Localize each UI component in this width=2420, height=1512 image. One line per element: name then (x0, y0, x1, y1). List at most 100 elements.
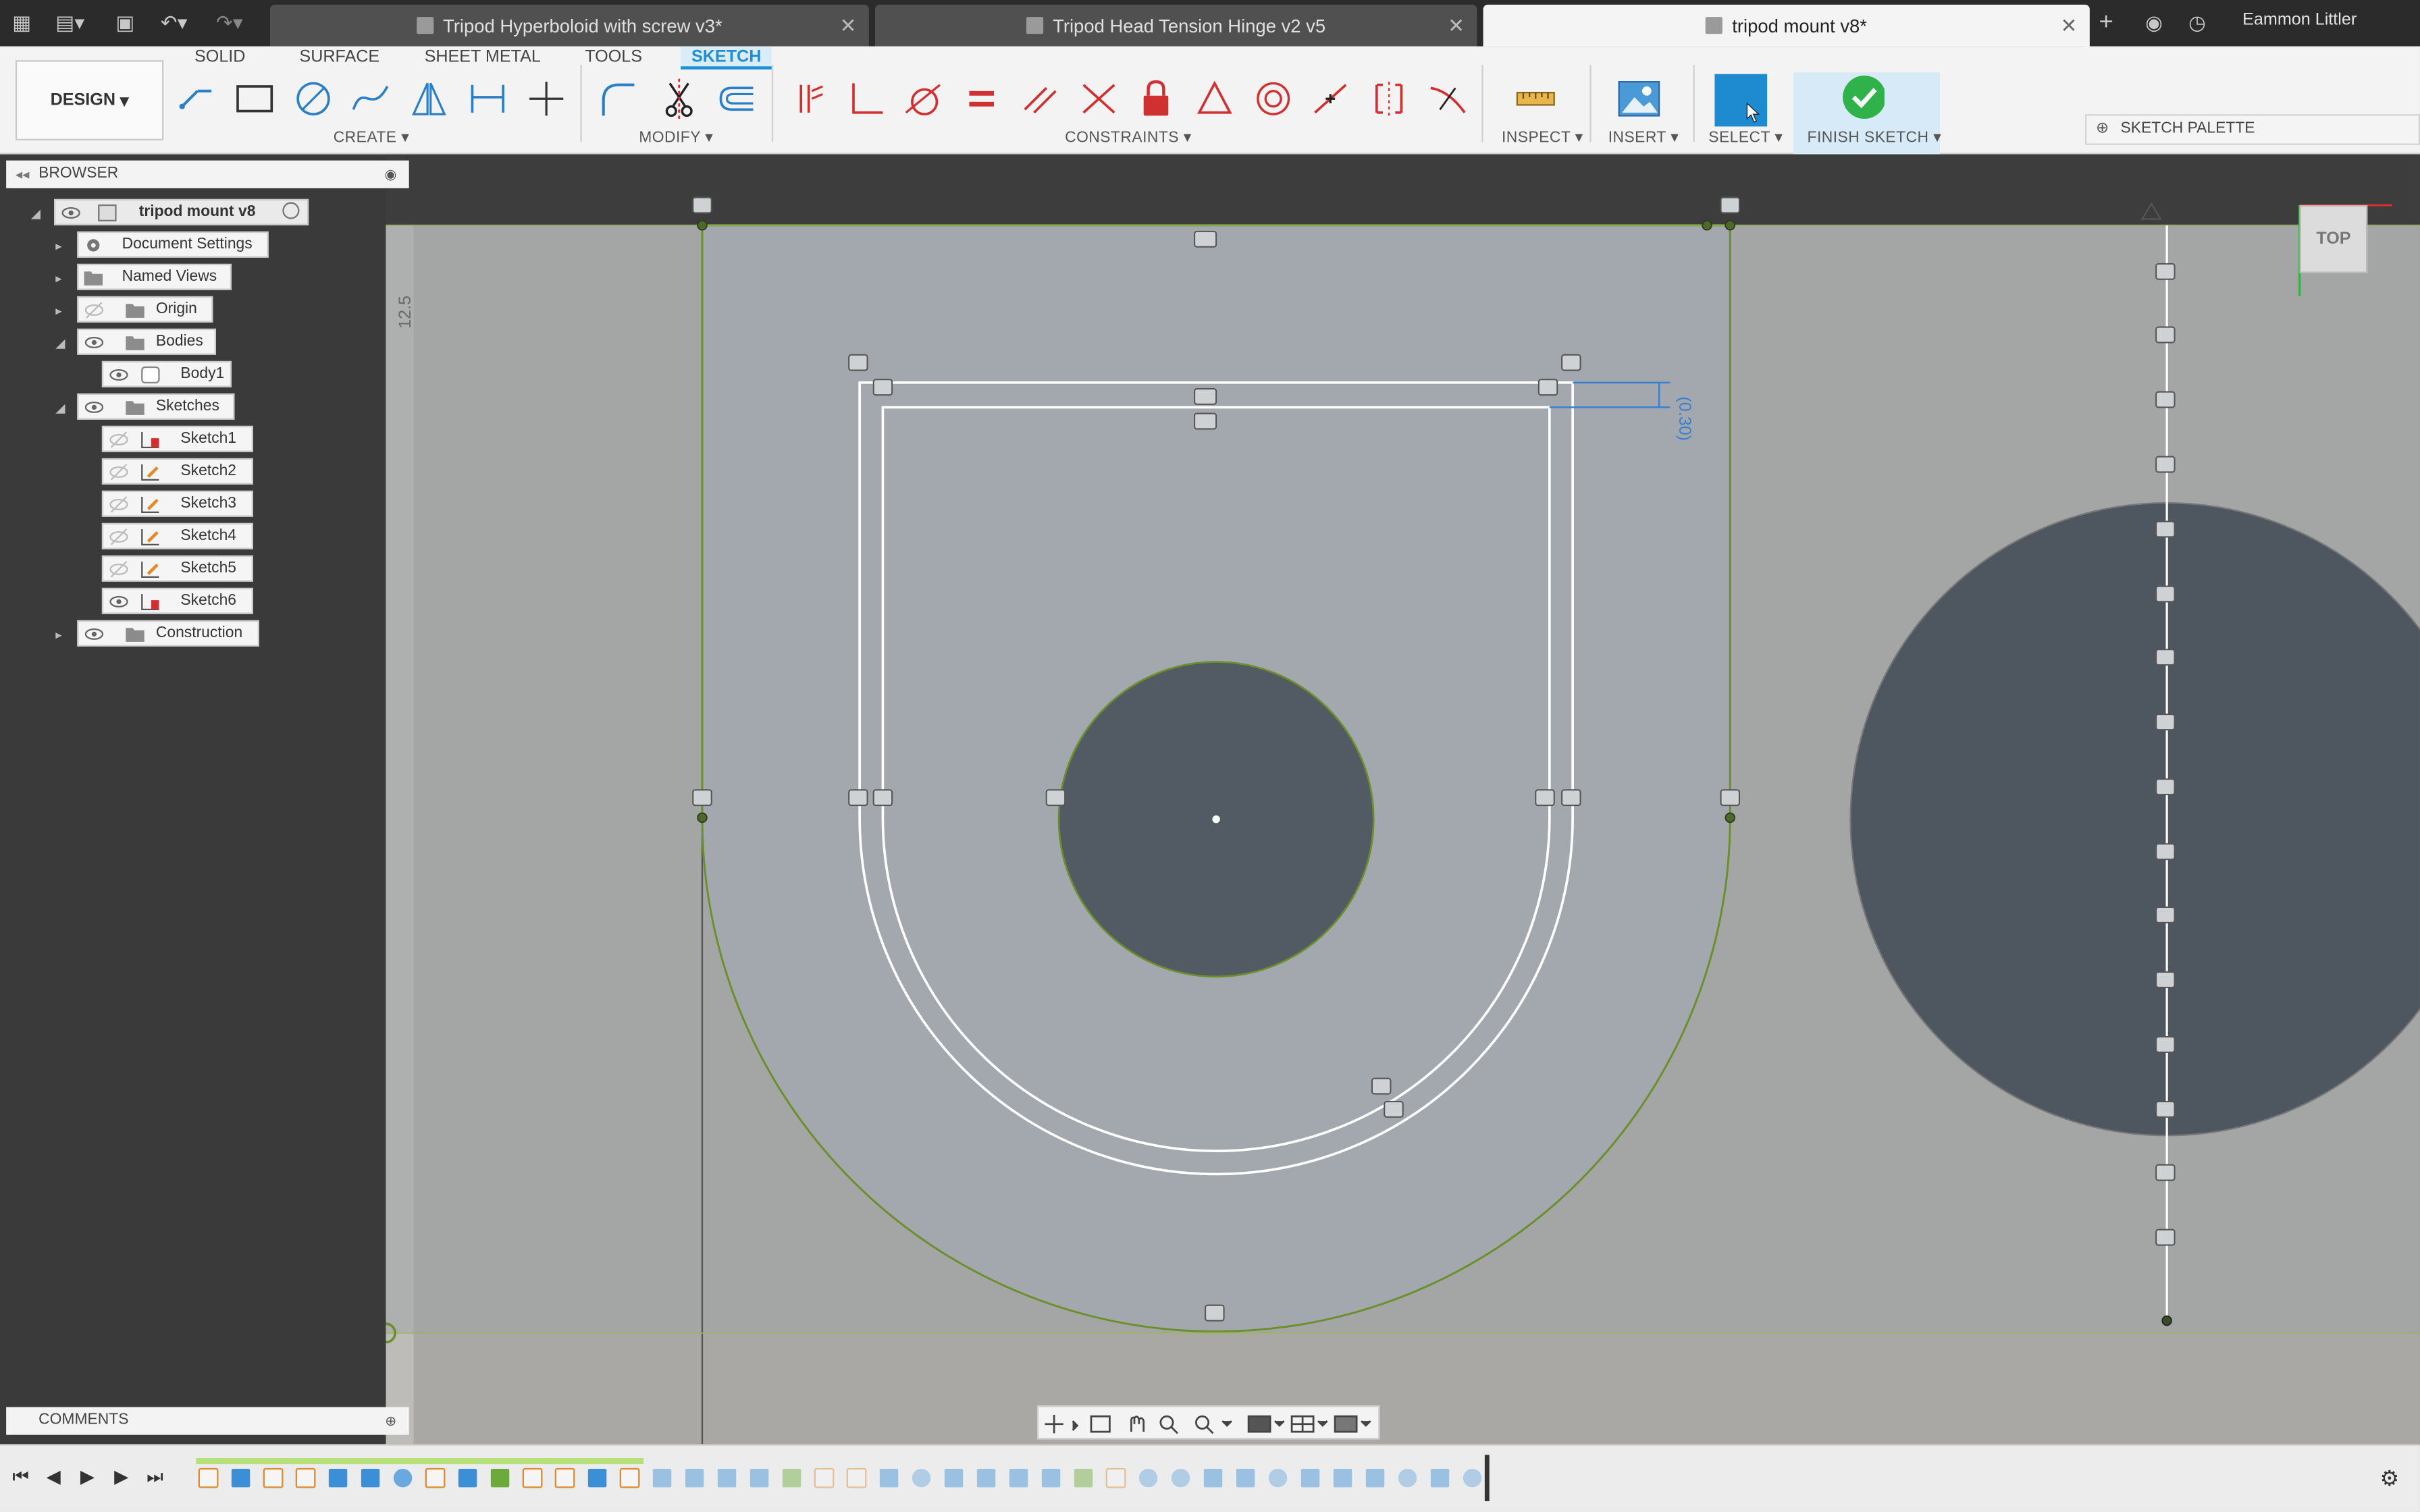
activate-radio-icon[interactable] (282, 202, 300, 219)
workspace-switcher-button[interactable]: DESIGN ▾ (15, 60, 164, 140)
concentric-constraint-icon[interactable] (1252, 77, 1295, 120)
user-name[interactable]: Eammon Littler (2242, 11, 2357, 29)
insert-menu[interactable]: INSERT ▾ (1608, 130, 1679, 146)
visibility-eye-icon[interactable] (84, 625, 104, 643)
inspect-menu[interactable]: INSPECT ▾ (1502, 130, 1583, 146)
tab-tripod-head-tension-hinge[interactable]: Tripod Head Tension Hinge v2 v5 ✕ (874, 4, 1477, 47)
browser-item-sketch1[interactable]: Sketch1 (101, 425, 253, 452)
perpendicular-constraint-icon[interactable] (844, 77, 887, 120)
modify-menu[interactable]: MODIFY ▾ (639, 130, 713, 146)
browser-item-sketches[interactable]: Sketches (77, 393, 235, 420)
select-menu[interactable]: SELECT ▾ (1708, 130, 1783, 146)
tab-tripod-hyperboloid[interactable]: Tripod Hyperboloid with screw v3* ✕ (269, 4, 869, 47)
mirror-tool-icon[interactable] (407, 77, 450, 120)
browser-item-named-views[interactable]: Named Views (77, 263, 232, 290)
visibility-eye-icon[interactable] (109, 431, 128, 449)
visibility-eye-icon[interactable] (84, 333, 104, 352)
visibility-eye-icon[interactable] (84, 301, 104, 319)
circle-tool-icon[interactable] (292, 77, 335, 120)
select-tool-icon[interactable] (1714, 74, 1768, 127)
tab-sheet-metal[interactable]: SHEET METAL (425, 47, 541, 70)
tab-tools[interactable]: TOOLS (585, 47, 642, 70)
add-comment-icon[interactable]: ⊕ (385, 1407, 396, 1435)
point-tool-icon[interactable] (525, 77, 568, 120)
browser-item-origin[interactable]: Origin (77, 296, 213, 323)
go-to-end-icon[interactable]: ⏭ (147, 1465, 163, 1488)
file-menu-icon[interactable]: ▤▾ (55, 9, 84, 37)
job-status-icon[interactable]: ◉ (2145, 9, 2163, 37)
equal-constraint-icon[interactable] (960, 77, 1003, 120)
collapse-arrow-icon[interactable]: ◢ (55, 401, 65, 415)
offset-tool-icon[interactable] (714, 77, 758, 120)
view-cube[interactable]: TOP (2299, 205, 2368, 273)
browser-item-bodies[interactable]: Bodies (77, 328, 216, 355)
collapse-panel-icon[interactable]: ◂◂ (16, 161, 30, 188)
finish-sketch-menu[interactable]: FINISH SKETCH ▾ (1808, 130, 1942, 146)
redo-icon[interactable]: ↷▾ (216, 9, 243, 37)
browser-item-sketch6[interactable]: Sketch6 (101, 587, 253, 614)
expand-arrow-icon[interactable]: ▸ (55, 271, 61, 286)
save-icon[interactable]: ▣ (115, 9, 134, 37)
create-menu[interactable]: CREATE ▾ (334, 130, 410, 146)
visibility-eye-icon[interactable] (84, 398, 104, 416)
parallel-constraint-icon[interactable] (1019, 77, 1062, 120)
comments-panel-header[interactable]: COMMENTS ⊕ (6, 1407, 409, 1435)
spline-tool-icon[interactable] (349, 77, 392, 120)
clock-icon[interactable]: ◷ (2188, 9, 2206, 37)
undo-icon[interactable]: ↶▾ (161, 9, 188, 37)
fillet-tool-icon[interactable] (596, 77, 639, 120)
browser-item-construction[interactable]: Construction (77, 620, 259, 647)
midpoint-constraint-icon[interactable] (1309, 77, 1352, 120)
browser-item-sketch2[interactable]: Sketch2 (101, 458, 253, 485)
browser-item-document-settings[interactable]: Document Settings (77, 231, 269, 258)
curvature-constraint-icon[interactable] (1426, 77, 1469, 120)
browser-root-node[interactable]: tripod mount v8 (53, 198, 309, 225)
visibility-eye-icon[interactable] (109, 366, 128, 384)
visibility-eye-icon[interactable] (109, 593, 128, 611)
measure-ruler-icon[interactable] (1514, 77, 1557, 120)
app-grid-icon[interactable]: ▦ (12, 9, 31, 37)
visibility-eye-icon[interactable] (109, 560, 128, 578)
dimension-label[interactable]: (0.30) (1675, 396, 1694, 441)
tab-surface[interactable]: SURFACE (299, 47, 379, 70)
trim-tool-icon[interactable] (658, 77, 701, 120)
symmetry-constraint-icon[interactable] (1193, 77, 1236, 120)
close-tab-icon[interactable]: ✕ (1448, 14, 1465, 39)
step-back-icon[interactable]: ◀ (47, 1465, 61, 1487)
insert-image-icon[interactable] (1617, 77, 1660, 120)
browser-item-body1[interactable]: Body1 (101, 360, 232, 387)
tab-tripod-mount[interactable]: tripod mount v8* ✕ (1483, 4, 2090, 47)
line-tool-icon[interactable] (176, 77, 219, 120)
timeline-settings-gear-icon[interactable]: ⚙ (2380, 1465, 2400, 1492)
close-tab-icon[interactable]: ✕ (840, 14, 857, 39)
browser-item-sketch3[interactable]: Sketch3 (101, 490, 253, 517)
visibility-eye-icon[interactable] (109, 463, 128, 481)
step-forward-icon[interactable]: ▶ (114, 1465, 128, 1487)
coincident-constraint-icon[interactable] (787, 77, 831, 120)
expand-arrow-icon[interactable]: ◢ (31, 207, 41, 221)
tangent-constraint-icon[interactable] (901, 77, 945, 120)
center-point[interactable] (1212, 815, 1220, 824)
timeline-features[interactable] (196, 1464, 1492, 1498)
play-icon[interactable]: ▶ (80, 1465, 95, 1487)
horizontal-vertical-constraint-icon[interactable] (1367, 77, 1411, 120)
expand-arrow-icon[interactable]: ▸ (55, 304, 61, 318)
design-canvas[interactable]: (0.30) 12.5 (375, 154, 2420, 1444)
browser-item-sketch5[interactable]: Sketch5 (101, 555, 253, 582)
sketch-dimension-tool-icon[interactable] (466, 77, 509, 120)
go-to-start-icon[interactable]: ⏮ (12, 1465, 29, 1488)
expand-arrow-icon[interactable]: ▸ (55, 239, 61, 253)
collapse-arrow-icon[interactable]: ◢ (55, 336, 65, 350)
fix-lock-icon[interactable] (1134, 77, 1178, 120)
timeline-marker[interactable] (1484, 1455, 1490, 1501)
tab-sketch[interactable]: SKETCH (680, 46, 772, 70)
visibility-eye-icon[interactable] (109, 495, 128, 514)
visibility-eye-icon[interactable] (109, 528, 128, 546)
browser-panel-header[interactable]: ◂◂ BROWSER ◉ (6, 160, 409, 188)
new-tab-icon[interactable]: + (2099, 9, 2113, 37)
close-tab-icon[interactable]: ✕ (2061, 14, 2078, 39)
expand-plus-icon[interactable]: ⊕ (2096, 115, 2109, 143)
browser-item-sketch4[interactable]: Sketch4 (101, 522, 253, 549)
pin-panel-icon[interactable]: ◉ (384, 161, 396, 188)
tab-solid[interactable]: SOLID (194, 47, 245, 70)
